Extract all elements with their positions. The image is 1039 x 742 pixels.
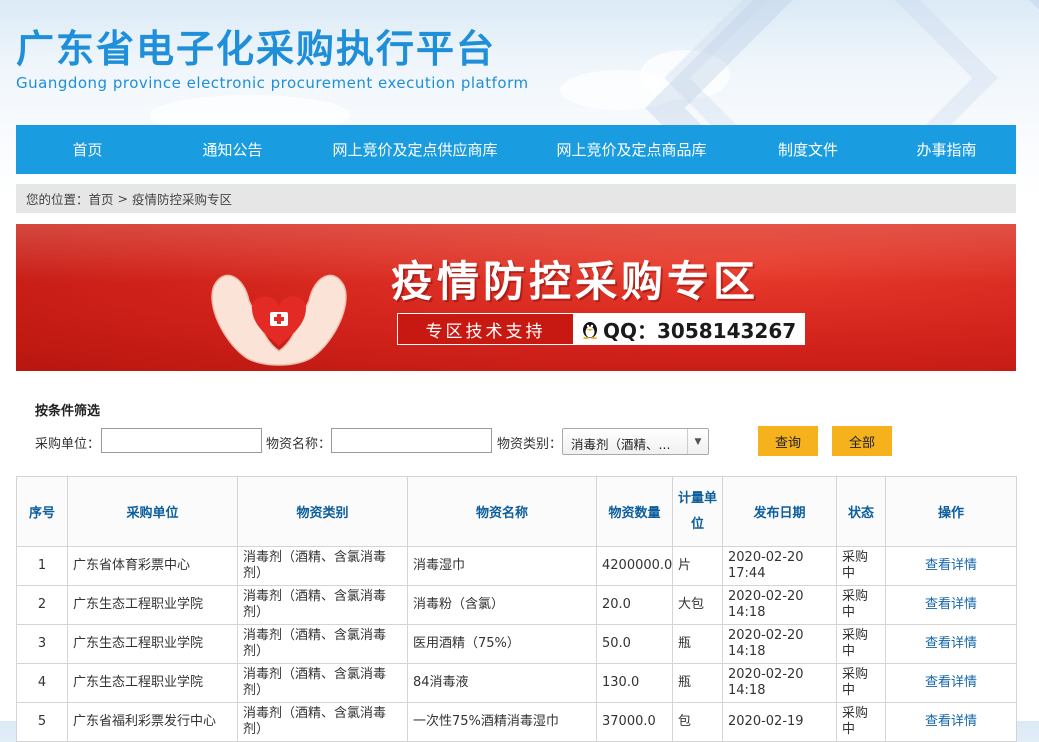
row-status: 采购中 [836,585,886,625]
hands-heart-icon [211,274,347,366]
site-header: 广东省电子化采购执行平台 Guangdong province electron… [0,0,1039,125]
row-name: 84消毒液 [407,663,597,703]
row-name: 一次性75%酒精消毒湿巾 [407,702,597,742]
nav-item-guide[interactable]: 办事指南 [877,125,1016,174]
category-selected-value: 消毒剂（酒精、... [571,437,671,452]
row-qty: 50.0 [596,624,673,664]
col-header-measure: 计量单位 [672,476,723,547]
row-no: 1 [16,546,68,586]
col-header-unit: 采购单位 [67,476,238,547]
row-measure: 瓶 [672,624,723,664]
row-qty: 37000.0 [596,702,673,742]
breadcrumb-current: 疫情防控采购专区 [131,192,232,207]
banner-title: 疫情防控采购专区 [391,257,760,306]
view-details-link[interactable]: 查看详情 [925,597,977,612]
breadcrumb: 您的位置： 首页 > 疫情防控采购专区 [16,184,1016,213]
filter-row: 采购单位： 物资名称： 物资类别： 消毒剂（酒精、... ▼ 查询 全部 [35,426,935,456]
row-date: 2020-02-20 14:18 [722,585,837,625]
row-category: 消毒剂（酒精、含氯消毒剂） [237,663,408,703]
row-status: 采购中 [836,546,886,586]
all-button[interactable]: 全部 [832,426,892,456]
row-date: 2020-02-19 [722,702,837,742]
row-no: 3 [16,624,68,664]
chevron-down-icon[interactable]: ▼ [687,429,708,454]
row-qty: 130.0 [596,663,673,703]
row-name: 消毒粉（含氯） [407,585,597,625]
row-no: 4 [16,663,68,703]
view-details-link[interactable]: 查看详情 [925,558,977,573]
row-qty: 4200000.0 [596,546,673,586]
row-date: 2020-02-20 17:44 [722,546,837,586]
row-unit: 广东生态工程职业学院 [67,624,238,664]
nav-item-product-library[interactable]: 网上竞价及定点商品库 [524,125,739,174]
col-header-qty: 物资数量 [596,476,673,547]
breadcrumb-home-link[interactable]: 首页 [89,189,114,208]
table-header-row: 序号 采购单位 物资类别 物资名称 物资数量 计量单位 发布日期 状态 操作 [16,476,1017,547]
col-header-date: 发布日期 [722,476,837,547]
col-header-status: 状态 [836,476,886,547]
row-date: 2020-02-20 14:18 [722,624,837,664]
row-measure: 瓶 [672,663,723,703]
category-select[interactable]: 消毒剂（酒精、... ▼ [562,428,709,455]
table-row: 1 广东省体育彩票中心 消毒剂（酒精、含氯消毒剂） 消毒湿巾 4200000.0… [16,546,1017,586]
nav-item-supplier-library[interactable]: 网上竞价及定点供应商库 [306,125,524,174]
name-input[interactable] [331,428,492,453]
unit-input[interactable] [101,428,262,453]
nav-item-regulations[interactable]: 制度文件 [739,125,877,174]
unit-label: 采购单位： [35,437,101,452]
row-no: 5 [16,702,68,742]
main-nav: 首页 通知公告 网上竞价及定点供应商库 网上竞价及定点商品库 制度文件 办事指南 [16,125,1016,174]
row-measure: 包 [672,702,723,742]
table-row: 3 广东生态工程职业学院 消毒剂（酒精、含氯消毒剂） 医用酒精（75%） 50.… [16,624,1017,664]
row-unit: 广东省福利彩票发行中心 [67,702,238,742]
tech-support-box: 专区技术支持 QQ：3058143267 [397,313,805,345]
row-no: 2 [16,585,68,625]
tech-support-label: 专区技术支持 [398,314,573,344]
filter-title: 按条件筛选 [35,404,101,419]
row-category: 消毒剂（酒精、含氯消毒剂） [237,624,408,664]
category-label: 物资类别： [497,437,563,452]
row-name: 消毒湿巾 [407,546,597,586]
view-details-link[interactable]: 查看详情 [925,636,977,651]
site-subtitle: Guangdong province electronic procuremen… [16,74,529,92]
row-status: 采购中 [836,624,886,664]
row-category: 消毒剂（酒精、含氯消毒剂） [237,546,408,586]
nav-item-home[interactable]: 首页 [16,125,159,174]
row-date: 2020-02-20 14:18 [722,663,837,703]
results-table: 序号 采购单位 物资类别 物资名称 物资数量 计量单位 发布日期 状态 操作 1… [16,476,1017,742]
col-header-action: 操作 [885,476,1017,547]
col-header-no: 序号 [16,476,68,547]
row-status: 采购中 [836,702,886,742]
breadcrumb-prefix: 您的位置： [26,192,89,207]
row-category: 消毒剂（酒精、含氯消毒剂） [237,585,408,625]
row-unit: 广东省体育彩票中心 [67,546,238,586]
qq-penguin-icon [581,319,599,339]
breadcrumb-separator: > [113,191,132,206]
row-unit: 广东生态工程职业学院 [67,663,238,703]
col-header-name: 物资名称 [407,476,597,547]
row-category: 消毒剂（酒精、含氯消毒剂） [237,702,408,742]
table-row: 5 广东省福利彩票发行中心 消毒剂（酒精、含氯消毒剂） 一次性75%酒精消毒湿巾… [16,702,1017,742]
query-button[interactable]: 查询 [758,426,818,456]
row-measure: 大包 [672,585,723,625]
epidemic-banner: 疫情防控采购专区 专区技术支持 QQ：3058143267 [16,224,1016,371]
table-row: 4 广东生态工程职业学院 消毒剂（酒精、含氯消毒剂） 84消毒液 130.0 瓶… [16,663,1017,703]
site-title: 广东省电子化采购执行平台 [16,27,497,71]
row-name: 医用酒精（75%） [407,624,597,664]
view-details-link[interactable]: 查看详情 [925,714,977,729]
row-unit: 广东生态工程职业学院 [67,585,238,625]
qq-number: QQ：3058143267 [603,318,797,343]
col-header-category: 物资类别 [237,476,408,547]
table-row: 2 广东生态工程职业学院 消毒剂（酒精、含氯消毒剂） 消毒粉（含氯） 20.0 … [16,585,1017,625]
view-details-link[interactable]: 查看详情 [925,675,977,690]
row-qty: 20.0 [596,585,673,625]
row-measure: 片 [672,546,723,586]
name-label: 物资名称： [266,437,332,452]
row-status: 采购中 [836,663,886,703]
nav-item-notices[interactable]: 通知公告 [159,125,306,174]
